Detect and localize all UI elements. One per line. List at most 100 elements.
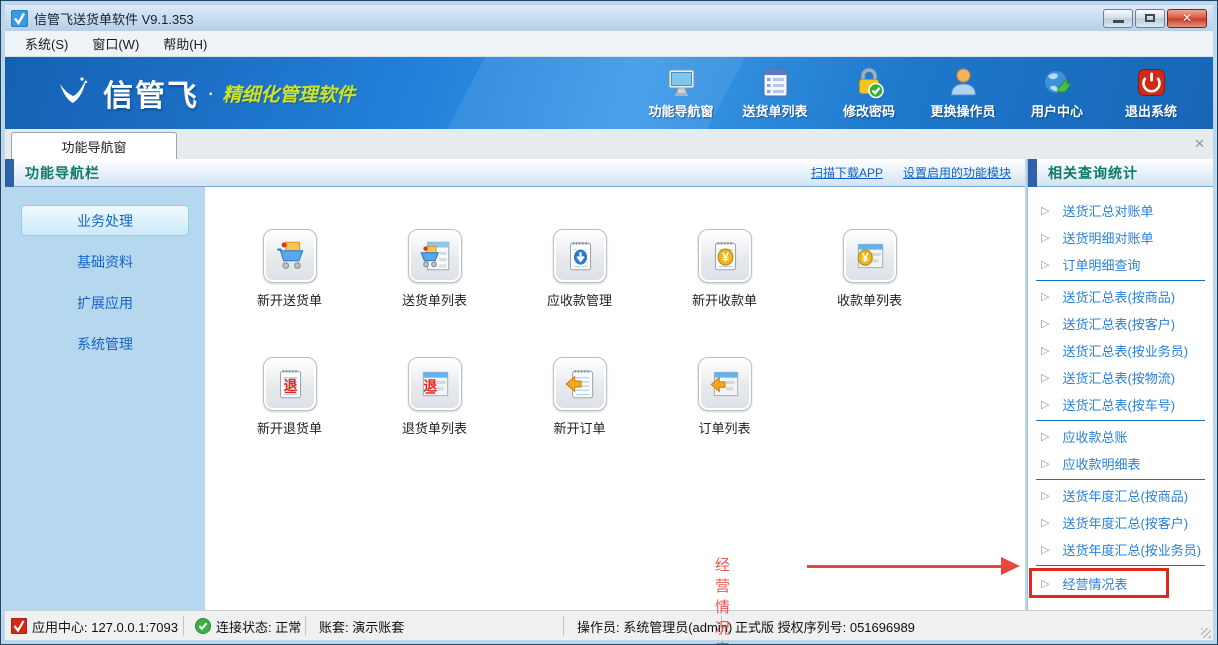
tool-exit-system[interactable]: 退出系统 <box>1115 66 1187 120</box>
link-scan-download-app[interactable]: 扫描下载APP <box>811 164 883 181</box>
divider <box>1036 565 1205 566</box>
tab-close-icon[interactable]: ✕ <box>1194 136 1205 152</box>
menu-bar: 系统(S) 窗口(W) 帮助(H) <box>5 31 1213 57</box>
stat-item-receivables-detail[interactable]: ▷应收款明细表 <box>1028 450 1213 477</box>
tool-user-center[interactable]: 用户中心 <box>1021 66 1093 120</box>
content: 功能导航栏 扫描下载APP 设置启用的功能模块 业务处理 基础资料 扩展应用 系… <box>5 159 1213 610</box>
app-logo-icon <box>11 10 28 27</box>
triangle-bullet-icon: ▷ <box>1041 577 1049 590</box>
divider <box>1036 420 1205 421</box>
svg-text:¥: ¥ <box>861 251 868 265</box>
monitor-icon <box>665 66 698 99</box>
stats-list: ▷送货汇总对账单 ▷送货明细对账单 ▷订单明细查询 ▷送货汇总表(按商品) ▷送… <box>1028 187 1213 598</box>
stat-item-delivery-summary-by-vehicle[interactable]: ▷送货汇总表(按车号) <box>1028 391 1213 418</box>
status-license: 正式版 授权序列号: 051696989 <box>735 611 915 641</box>
resize-grip[interactable] <box>1201 628 1211 638</box>
menu-help[interactable]: 帮助(H) <box>151 30 219 57</box>
check-circle-icon <box>195 618 211 634</box>
document-list-icon <box>759 66 792 99</box>
stat-item-delivery-summary-by-product[interactable]: ▷送货汇总表(按商品) <box>1028 283 1213 310</box>
grid-item-new-delivery[interactable]: 新开送货单 <box>217 229 362 309</box>
app-window: 信管飞送货单软件 V9.1.353 ✕ 系统(S) 窗口(W) 帮助(H) 信管… <box>0 0 1218 645</box>
divider <box>305 616 306 636</box>
triangle-bullet-icon: ▷ <box>1041 430 1049 443</box>
user-icon <box>947 66 980 99</box>
globe-arrow-icon <box>1041 66 1074 99</box>
window-return-icon: 退 <box>408 357 462 411</box>
grid-item-receivables[interactable]: 应收款管理 <box>507 229 652 309</box>
divider <box>183 616 184 636</box>
grid-item-receipt-list[interactable]: ¥ 收款单列表 <box>797 229 942 309</box>
sidebar-item-extensions[interactable]: 扩展应用 <box>21 287 189 318</box>
tool-change-password[interactable]: 修改密码 <box>833 66 905 120</box>
grid-item-delivery-list[interactable]: 送货单列表 <box>362 229 507 309</box>
header-accent-bar <box>1028 159 1037 187</box>
banner: 信管飞 · 精细化管理软件 功能导航窗 <box>5 57 1213 129</box>
stat-item-annual-summary-by-customer[interactable]: ▷送货年度汇总(按客户) <box>1028 509 1213 536</box>
sidebar-item-system[interactable]: 系统管理 <box>21 328 189 359</box>
brand-separator: · <box>207 80 214 106</box>
link-configure-modules[interactable]: 设置启用的功能模块 <box>903 164 1011 181</box>
power-icon <box>1135 66 1168 99</box>
divider <box>1036 479 1205 480</box>
grid-item-return-list[interactable]: 退 退货单列表 <box>362 357 507 437</box>
maximize-button[interactable] <box>1135 9 1165 28</box>
tool-switch-operator[interactable]: 更换操作员 <box>927 66 999 120</box>
tab-bar: 功能导航窗 ✕ <box>5 129 1213 159</box>
triangle-bullet-icon: ▷ <box>1041 317 1049 330</box>
window-title: 信管飞送货单软件 V9.1.353 <box>34 9 194 28</box>
stats-panel-header: 相关查询统计 <box>1028 159 1213 187</box>
status-app-center: 应用中心: 127.0.0.1:7093 <box>11 611 178 641</box>
grid-item-new-order[interactable]: 新开订单 <box>507 357 652 437</box>
grid-item-new-return[interactable]: 退 新开退货单 <box>217 357 362 437</box>
status-connection: 连接状态: 正常 <box>195 611 301 641</box>
triangle-bullet-icon: ▷ <box>1041 231 1049 244</box>
triangle-bullet-icon: ▷ <box>1041 457 1049 470</box>
stat-item-order-detail-query[interactable]: ▷订单明细查询 <box>1028 251 1213 278</box>
notepad-down-arrow-icon <box>553 229 607 283</box>
sidebar-item-business[interactable]: 业务处理 <box>21 205 189 236</box>
menu-system[interactable]: 系统(S) <box>13 30 80 57</box>
sidebar-item-basic-data[interactable]: 基础资料 <box>21 246 189 277</box>
stat-item-receivables-ledger[interactable]: ▷应收款总账 <box>1028 423 1213 450</box>
triangle-bullet-icon: ▷ <box>1041 516 1049 529</box>
brand-tagline: 精细化管理软件 <box>222 80 355 107</box>
menu-window[interactable]: 窗口(W) <box>80 30 151 57</box>
nav-panel: 功能导航栏 扫描下载APP 设置启用的功能模块 业务处理 基础资料 扩展应用 系… <box>5 159 1025 610</box>
close-button[interactable]: ✕ <box>1167 9 1207 28</box>
status-bar: 应用中心: 127.0.0.1:7093 连接状态: 正常 账套: 演示账套 操… <box>5 610 1213 640</box>
status-account-set: 账套: 演示账套 <box>319 611 404 641</box>
stat-item-delivery-summary-by-salesman[interactable]: ▷送货汇总表(按业务员) <box>1028 337 1213 364</box>
stat-item-annual-summary-by-product[interactable]: ▷送货年度汇总(按商品) <box>1028 482 1213 509</box>
stats-panel: 相关查询统计 ▷送货汇总对账单 ▷送货明细对账单 ▷订单明细查询 ▷送货汇总表(… <box>1027 159 1213 610</box>
header-accent-bar <box>5 159 14 187</box>
triangle-bullet-icon: ▷ <box>1041 204 1049 217</box>
triangle-bullet-icon: ▷ <box>1041 543 1049 556</box>
nav-panel-header: 功能导航栏 扫描下载APP 设置启用的功能模块 <box>5 159 1025 187</box>
notepad-left-arrow-icon <box>553 357 607 411</box>
divider <box>1036 280 1205 281</box>
notepad-yen-icon: ¥ <box>698 229 752 283</box>
svg-text:退: 退 <box>423 378 437 393</box>
status-operator: 操作员: 系统管理员(admin) <box>577 611 732 641</box>
brand-logo-icon <box>51 73 95 113</box>
stat-item-annual-summary-by-salesman[interactable]: ▷送货年度汇总(按业务员) <box>1028 536 1213 563</box>
grid-item-order-list[interactable]: 订单列表 <box>652 357 797 437</box>
stat-item-delivery-detail-statement[interactable]: ▷送货明细对账单 <box>1028 224 1213 251</box>
tool-nav-window[interactable]: 功能导航窗 <box>645 66 717 120</box>
grid-item-new-receipt[interactable]: ¥ 新开收款单 <box>652 229 797 309</box>
triangle-bullet-icon: ▷ <box>1041 290 1049 303</box>
tab-nav-window[interactable]: 功能导航窗 <box>11 132 177 159</box>
tool-delivery-list[interactable]: 送货单列表 <box>739 66 811 120</box>
stat-item-delivery-summary-by-logistics[interactable]: ▷送货汇总表(按物流) <box>1028 364 1213 391</box>
cart-new-icon <box>263 229 317 283</box>
title-bar: 信管飞送货单软件 V9.1.353 ✕ <box>5 5 1213 31</box>
stat-item-delivery-summary-statement[interactable]: ▷送货汇总对账单 <box>1028 197 1213 224</box>
triangle-bullet-icon: ▷ <box>1041 489 1049 502</box>
minimize-button[interactable] <box>1103 9 1133 28</box>
triangle-bullet-icon: ▷ <box>1041 344 1049 357</box>
divider <box>721 616 722 636</box>
stat-item-business-report[interactable]: ▷经营情况表 <box>1029 568 1169 598</box>
main-area: 新开送货单 <box>205 187 1025 610</box>
stat-item-delivery-summary-by-customer[interactable]: ▷送货汇总表(按客户) <box>1028 310 1213 337</box>
